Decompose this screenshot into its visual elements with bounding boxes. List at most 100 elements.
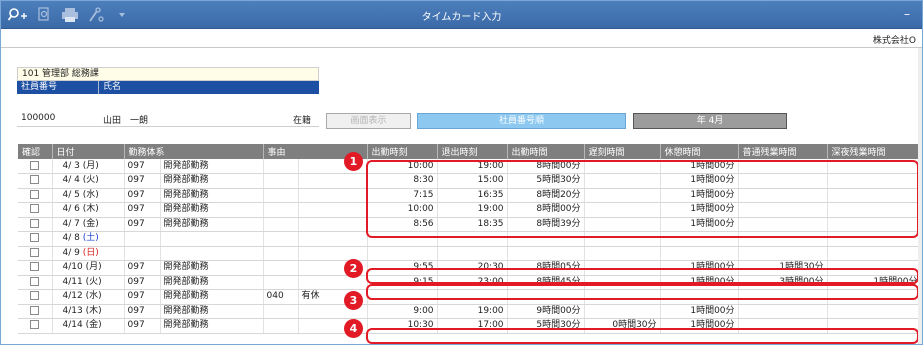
confirm-checkbox-box[interactable]	[30, 276, 40, 286]
reason-cell[interactable]	[298, 202, 368, 218]
reason-cell[interactable]	[298, 188, 368, 203]
date-cell[interactable]: 4/ 7 (金)	[52, 217, 125, 232]
confirm-checkbox[interactable]	[18, 173, 53, 189]
work-code-cell[interactable]: 097	[124, 217, 161, 232]
work-pattern-cell[interactable]: 開発部勤務	[160, 217, 264, 232]
date-cell[interactable]: 4/ 5 (水)	[52, 188, 125, 203]
confirm-checkbox[interactable]	[18, 159, 53, 174]
reason-code-cell[interactable]	[263, 246, 299, 261]
date-cell[interactable]: 4/ 6 (木)	[52, 202, 125, 218]
confirm-checkbox[interactable]	[18, 246, 53, 261]
break-time-cell[interactable]	[660, 246, 739, 261]
work-code-cell[interactable]	[124, 246, 161, 261]
reason-cell[interactable]	[298, 246, 368, 261]
work-pattern-cell[interactable]	[160, 231, 264, 247]
work-pattern-cell[interactable]: 開発部勤務	[160, 318, 264, 334]
work-pattern-cell[interactable]: 開発部勤務	[160, 275, 264, 290]
night-overtime-cell[interactable]	[827, 246, 922, 261]
reason-code-cell[interactable]	[263, 231, 299, 247]
work-code-cell[interactable]	[124, 231, 161, 247]
confirm-checkbox-box[interactable]	[30, 305, 40, 315]
work-code-cell[interactable]: 097	[124, 188, 161, 203]
confirm-checkbox-box[interactable]	[30, 262, 40, 272]
reason-code-cell[interactable]	[263, 318, 299, 334]
confirm-checkbox-box[interactable]	[30, 291, 40, 301]
reason-code-cell[interactable]	[263, 260, 299, 276]
display-button[interactable]: 画面表示	[326, 113, 411, 129]
date-cell[interactable]: 4/ 3 (月)	[52, 159, 125, 174]
confirm-checkbox-box[interactable]	[30, 189, 40, 199]
confirm-checkbox-box[interactable]	[30, 320, 40, 330]
late-time-cell[interactable]	[584, 304, 661, 319]
work-pattern-cell[interactable]: 開発部勤務	[160, 188, 264, 203]
date-cell[interactable]: 4/12 (水)	[52, 289, 125, 305]
work-time-cell[interactable]	[507, 246, 585, 261]
reason-code-cell[interactable]	[263, 304, 299, 319]
confirm-checkbox[interactable]	[18, 260, 53, 276]
work-code-cell[interactable]: 097	[124, 260, 161, 276]
table-row[interactable]: 4/13 (木) 097 開発部勤務 9:00 19:00 9時間00分 1時間00分	[18, 304, 922, 319]
work-code-cell[interactable]: 097	[124, 289, 161, 305]
confirm-checkbox[interactable]	[18, 275, 53, 290]
confirm-checkbox[interactable]	[18, 217, 53, 232]
clock-in-cell[interactable]: 9:00	[367, 304, 438, 319]
reason-code-cell[interactable]	[263, 159, 299, 174]
confirm-checkbox[interactable]	[18, 202, 53, 218]
work-pattern-cell[interactable]: 開発部勤務	[160, 260, 264, 276]
overtime-cell[interactable]	[738, 304, 828, 319]
work-code-cell[interactable]: 097	[124, 202, 161, 218]
date-cell[interactable]: 4/ 4 (火)	[52, 173, 125, 189]
work-code-cell[interactable]: 097	[124, 318, 161, 334]
reason-code-cell[interactable]	[263, 275, 299, 290]
date-cell[interactable]: 4/11 (火)	[52, 275, 125, 290]
reason-code-cell[interactable]	[263, 173, 299, 189]
work-code-cell[interactable]: 097	[124, 159, 161, 174]
night-overtime-cell[interactable]	[827, 304, 922, 319]
work-pattern-cell[interactable]: 開発部勤務	[160, 289, 264, 305]
table-row[interactable]: 4/ 9 (日)	[18, 246, 922, 261]
date-cell[interactable]: 4/14 (金)	[52, 318, 125, 334]
confirm-checkbox[interactable]	[18, 289, 53, 305]
work-code-cell[interactable]: 097	[124, 275, 161, 290]
date-cell[interactable]: 4/ 8 (土)	[52, 231, 125, 247]
reason-code-cell[interactable]	[263, 188, 299, 203]
reason-code-cell[interactable]	[263, 202, 299, 218]
scrollbar[interactable]	[918, 48, 922, 344]
confirm-checkbox-box[interactable]	[30, 218, 40, 228]
confirm-checkbox-box[interactable]	[30, 175, 40, 185]
confirm-checkbox[interactable]	[18, 188, 53, 203]
clock-out-cell[interactable]: 19:00	[437, 304, 508, 319]
work-time-cell[interactable]: 9時間00分	[507, 304, 585, 319]
work-pattern-cell[interactable]: 開発部勤務	[160, 173, 264, 189]
confirm-checkbox-box[interactable]	[30, 160, 40, 170]
work-pattern-cell[interactable]	[160, 246, 264, 261]
late-time-cell[interactable]	[584, 246, 661, 261]
work-pattern-cell[interactable]: 開発部勤務	[160, 159, 264, 174]
overtime-cell[interactable]	[738, 246, 828, 261]
reason-cell[interactable]	[298, 173, 368, 189]
reason-cell[interactable]	[298, 231, 368, 247]
date-cell[interactable]: 4/13 (木)	[52, 304, 125, 319]
month-selector[interactable]: 年 4月	[633, 113, 787, 129]
confirm-checkbox-box[interactable]	[30, 233, 40, 243]
date-cell[interactable]: 4/ 9 (日)	[52, 246, 125, 261]
confirm-checkbox[interactable]	[18, 318, 53, 334]
work-code-cell[interactable]: 097	[124, 173, 161, 189]
minimize-button[interactable]: –	[904, 8, 910, 20]
confirm-checkbox[interactable]	[18, 231, 53, 247]
work-pattern-cell[interactable]: 開発部勤務	[160, 304, 264, 319]
confirm-checkbox-box[interactable]	[30, 204, 40, 214]
work-pattern-cell[interactable]: 開発部勤務	[160, 202, 264, 218]
employee-row[interactable]: 100000 山田 一朗 在籍	[17, 94, 319, 127]
work-code-cell[interactable]: 097	[124, 304, 161, 319]
date-cell[interactable]: 4/10 (月)	[52, 260, 125, 276]
clock-out-cell[interactable]	[437, 246, 508, 261]
clock-in-cell[interactable]	[367, 246, 438, 261]
reason-code-cell[interactable]	[263, 217, 299, 232]
sort-order-button[interactable]: 社員番号順	[417, 113, 626, 129]
confirm-checkbox[interactable]	[18, 304, 53, 319]
reason-code-cell[interactable]: 040	[263, 289, 299, 305]
reason-cell[interactable]	[298, 217, 368, 232]
break-time-cell[interactable]: 1時間00分	[660, 304, 739, 319]
confirm-checkbox-box[interactable]	[30, 247, 40, 257]
